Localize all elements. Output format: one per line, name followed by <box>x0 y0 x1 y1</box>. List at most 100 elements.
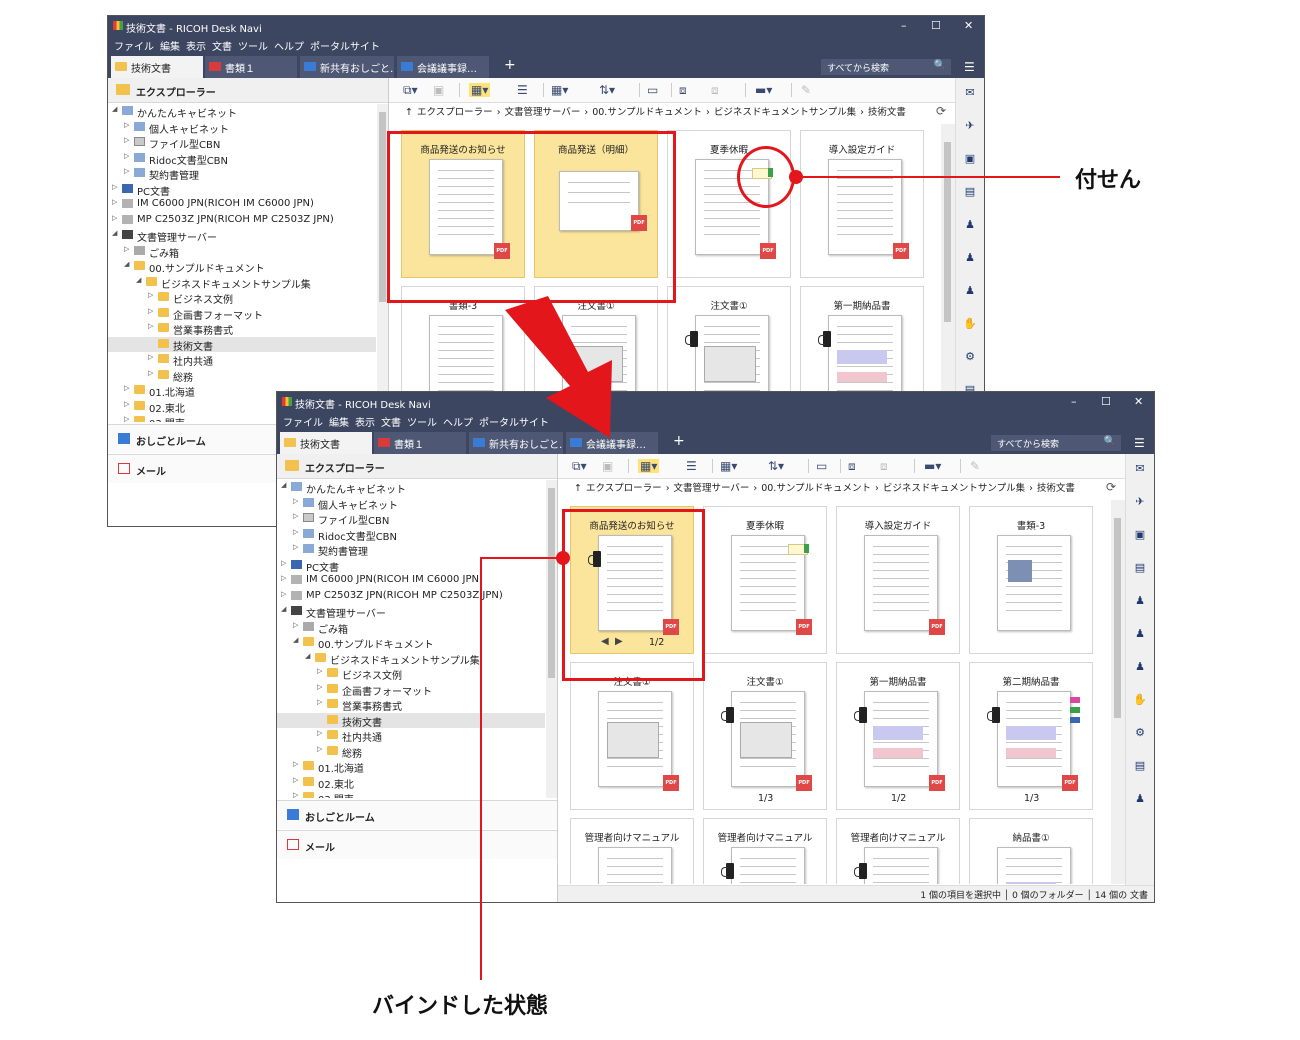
menu-item-1[interactable]: 編集 <box>160 38 180 53</box>
settings-icon[interactable]: ⚙ <box>1133 726 1147 739</box>
tree-node[interactable]: ◢ かんたんキャビネット <box>277 480 545 496</box>
tree-node[interactable]: ▷ 契約書管理 <box>277 542 545 558</box>
expand-toggle-icon[interactable]: ▷ <box>317 698 322 706</box>
expand-toggle-icon[interactable]: ◢ <box>124 260 129 268</box>
expand-toggle-icon[interactable]: ▷ <box>148 353 153 361</box>
expand-toggle-icon[interactable]: ◢ <box>136 276 141 284</box>
bind-icon[interactable]: ⧈ <box>848 459 856 474</box>
tree-node[interactable]: ▷ 総務 <box>277 744 545 760</box>
sort-icon[interactable]: ⇅▾ <box>768 459 784 473</box>
document-card[interactable]: 管理者向けマニュアル <box>836 818 960 884</box>
tab-2[interactable]: 新共有おしごと… <box>469 432 563 454</box>
expand-toggle-icon[interactable]: ◢ <box>281 605 286 613</box>
search-input[interactable]: すべてから検索 🔍 <box>991 435 1121 451</box>
add-tab-button[interactable]: + <box>673 433 685 449</box>
user-icon[interactable]: ♟ <box>1133 792 1147 805</box>
menu-item-2[interactable]: 表示 <box>186 38 206 53</box>
list-view-icon[interactable]: ☰ <box>686 459 697 473</box>
expand-toggle-icon[interactable]: ▷ <box>112 214 117 222</box>
tree-node[interactable]: 技術文書 <box>108 336 376 353</box>
tab-0[interactable]: 技術文書 <box>111 56 203 78</box>
expand-toggle-icon[interactable]: ▷ <box>281 590 286 598</box>
search-input[interactable]: すべてから検索 🔍 <box>821 59 951 75</box>
tree-node[interactable]: 技術文書 <box>277 712 545 729</box>
refresh-icon[interactable]: ⟳ <box>1106 480 1116 494</box>
expand-toggle-icon[interactable]: ▷ <box>293 776 298 784</box>
tree-scrollbar-thumb[interactable] <box>379 112 386 302</box>
tree-node[interactable]: ▷ ファイル型CBN <box>277 511 545 527</box>
expand-toggle-icon[interactable]: ▷ <box>293 791 298 798</box>
pdf-icon[interactable]: ▤ <box>1133 561 1147 574</box>
expand-toggle-icon[interactable]: ▷ <box>148 307 153 315</box>
tab-0[interactable]: 技術文書 <box>280 432 372 454</box>
tree-node[interactable]: ▷ PC文書 <box>277 558 545 574</box>
document-card[interactable]: 導入設定ガイド PDF <box>800 130 924 278</box>
expand-toggle-icon[interactable]: ▷ <box>112 183 117 191</box>
expand-toggle-icon[interactable]: ◢ <box>281 481 286 489</box>
explorer-header[interactable]: エクスプローラー <box>277 454 557 479</box>
expand-toggle-icon[interactable]: ▷ <box>124 415 129 422</box>
expand-toggle-icon[interactable]: ▷ <box>148 291 153 299</box>
tree-node[interactable]: ◢ 文書管理サーバー <box>108 228 376 244</box>
up-button[interactable]: ↑ <box>574 483 582 494</box>
tree-node[interactable]: ▷ 個人キャビネット <box>277 496 545 512</box>
tree-node[interactable]: ◢ かんたんキャビネット <box>108 104 376 120</box>
tree-node[interactable]: ▷ 社内共通 <box>108 352 376 368</box>
settings-icon[interactable]: ⚙ <box>963 350 977 363</box>
tree-node[interactable]: ▷ 営業事務書式 <box>277 697 545 713</box>
hamburger-menu-icon[interactable]: ☰ <box>1134 436 1145 450</box>
expand-toggle-icon[interactable]: ◢ <box>305 652 310 660</box>
tree-node[interactable]: ▷ 03.関東 <box>277 790 545 798</box>
expand-toggle-icon[interactable]: ▷ <box>124 384 129 392</box>
explorer-header[interactable]: エクスプローラー <box>108 78 388 103</box>
menu-item-4[interactable]: ツール <box>238 38 268 53</box>
pdf-icon[interactable]: ▤ <box>1133 759 1147 772</box>
document-card[interactable]: 導入設定ガイド PDF <box>836 506 960 654</box>
unbind-icon[interactable]: ⧈ <box>880 459 888 474</box>
send-icon[interactable]: ✈ <box>963 119 977 132</box>
breadcrumb-item[interactable]: エクスプローラー <box>417 107 493 118</box>
expand-toggle-icon[interactable]: ▷ <box>148 369 153 377</box>
breadcrumb-item[interactable]: 文書管理サーバー <box>505 107 581 118</box>
expand-toggle-icon[interactable]: ▷ <box>124 152 129 160</box>
expand-toggle-icon[interactable]: ▷ <box>124 245 129 253</box>
expand-toggle-icon[interactable]: ▷ <box>293 543 298 551</box>
expand-toggle-icon[interactable]: ▷ <box>293 512 298 520</box>
document-card[interactable]: 第一期納品書 PDF 1/2 <box>836 662 960 810</box>
user-icon[interactable]: ♟ <box>1133 627 1147 640</box>
menu-item-1[interactable]: 編集 <box>329 414 349 429</box>
pin-icon[interactable]: ✎ <box>970 459 980 473</box>
menu-item-3[interactable]: 文書 <box>381 414 401 429</box>
expand-toggle-icon[interactable]: ▷ <box>281 574 286 582</box>
pdf-icon[interactable]: ▤ <box>963 185 977 198</box>
tree-node[interactable]: ▷ IM C6000 JPN(RICOH IM C6000 JPN) <box>108 197 376 212</box>
maximize-button[interactable]: ☐ <box>931 19 941 32</box>
pin-icon[interactable]: ✎ <box>801 83 811 97</box>
up-button[interactable]: ↑ <box>405 107 413 118</box>
document-card[interactable]: 注文書① PDF 1/3 <box>703 662 827 810</box>
document-card[interactable]: 管理者向けマニュアル <box>570 818 694 884</box>
tab-3[interactable]: 会議議事録… <box>566 432 658 454</box>
add-tab-button[interactable]: + <box>504 57 516 73</box>
document-card[interactable]: 管理者向けマニュアル <box>703 818 827 884</box>
tab-1[interactable]: 書類１ <box>374 432 466 454</box>
tab-2[interactable]: 新共有おしごと… <box>300 56 394 78</box>
user-icon[interactable]: ♟ <box>963 251 977 264</box>
section-oshigoto-room[interactable]: おしごとルーム <box>277 800 557 829</box>
document-card[interactable]: 注文書① PDF <box>570 662 694 810</box>
view-options-icon[interactable]: ⧉▾ <box>403 83 418 98</box>
tree-node[interactable]: ▷ ファイル型CBN <box>108 135 376 151</box>
breadcrumb-item[interactable]: 技術文書 <box>868 107 906 118</box>
menu-item-5[interactable]: ヘルプ <box>443 414 473 429</box>
thumbnail-view-icon[interactable]: ▦▾ <box>469 83 491 97</box>
document-card[interactable]: 書類-3 <box>969 506 1093 654</box>
calendar-icon[interactable]: ▦▾ <box>720 459 737 473</box>
tree-node[interactable]: ▷ IM C6000 JPN(RICOH IM C6000 JPN) <box>277 573 545 588</box>
tree-node[interactable]: ▷ MP C2503Z JPN(RICOH MP C2503Z JPN) <box>277 589 545 604</box>
expand-toggle-icon[interactable]: ◢ <box>112 105 117 113</box>
tree-node[interactable]: ▷ ビジネス文例 <box>277 666 545 682</box>
menu-item-6[interactable]: ポータルサイト <box>310 38 380 53</box>
thumbnail-view-icon[interactable]: ▦▾ <box>638 459 660 473</box>
section-mail[interactable]: メール <box>277 830 557 859</box>
expand-toggle-icon[interactable]: ◢ <box>293 636 298 644</box>
